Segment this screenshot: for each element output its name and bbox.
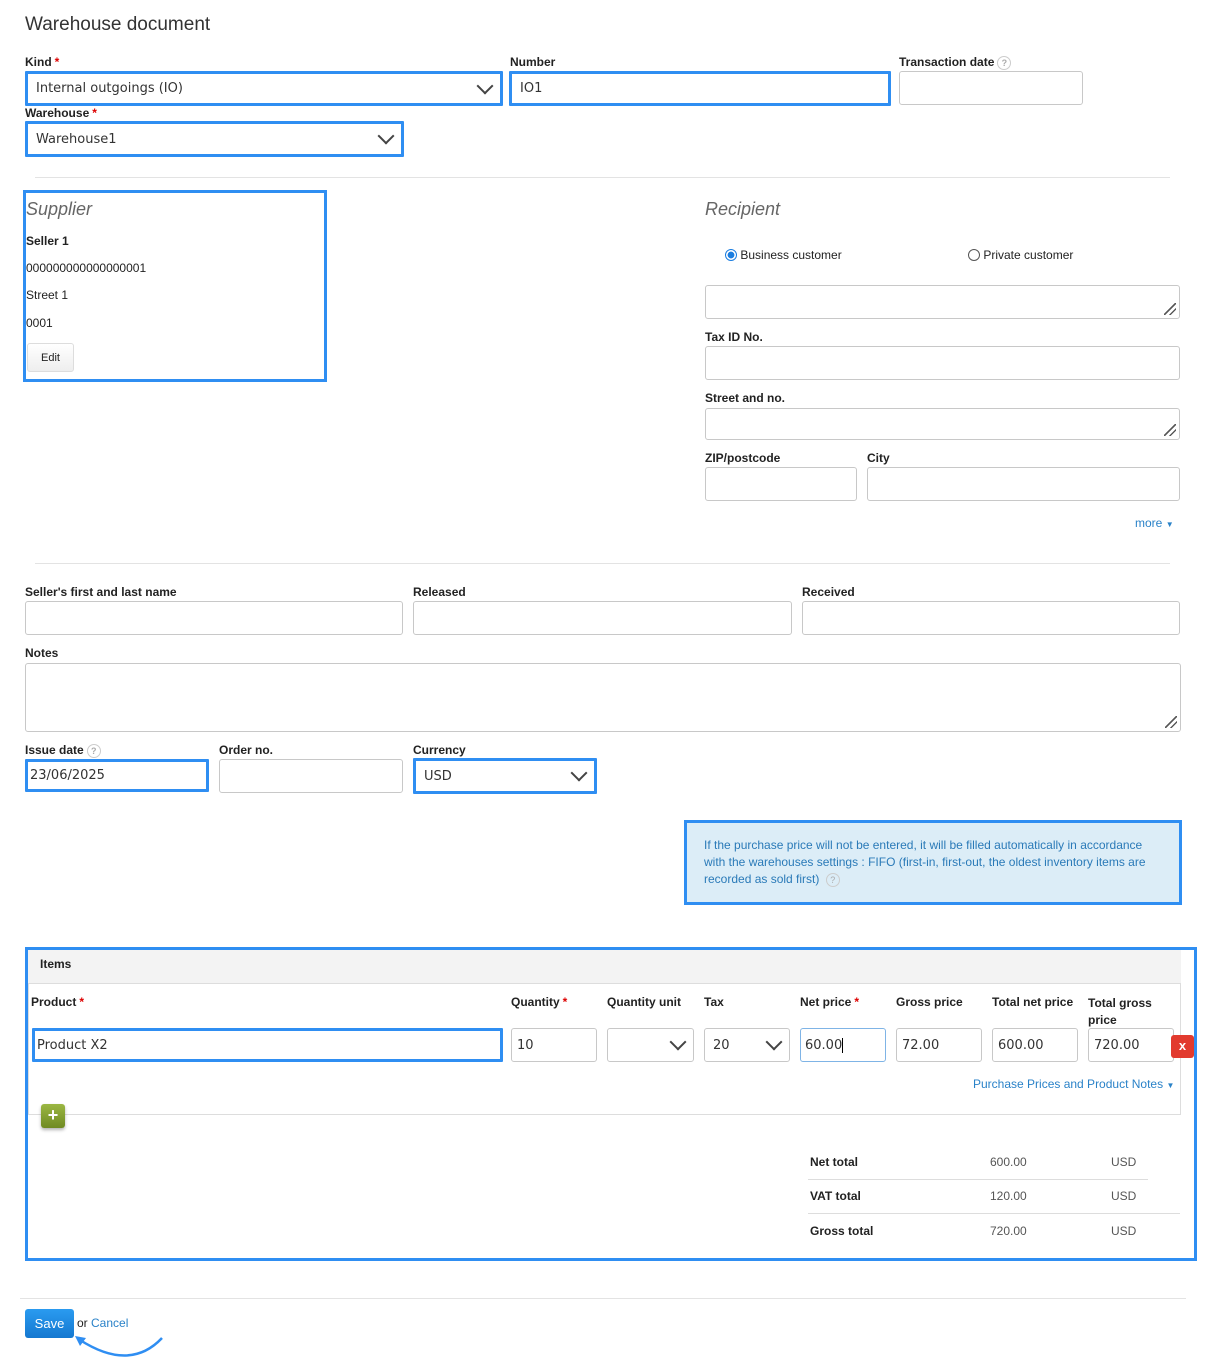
- currency-label: Currency: [413, 743, 466, 757]
- divider: [35, 177, 1170, 178]
- chevron-down-icon: [669, 1033, 687, 1051]
- tax-select[interactable]: 20: [704, 1028, 790, 1062]
- supplier-title: Supplier: [26, 199, 93, 219]
- col-tax: Tax: [704, 995, 724, 1009]
- plus-icon: +: [47, 1105, 59, 1125]
- received-input[interactable]: [802, 601, 1180, 635]
- resize-grip-icon[interactable]: [1164, 424, 1176, 436]
- notes-label: Notes: [25, 646, 59, 660]
- issue-date-input[interactable]: 23/06/2025: [25, 759, 209, 792]
- chevron-down-icon: [377, 127, 395, 145]
- arrow-annotation-icon: [75, 1336, 163, 1357]
- more-link[interactable]: more ▼: [1135, 516, 1174, 530]
- divider: [35, 563, 1170, 564]
- page-title: Warehouse document: [25, 14, 211, 35]
- radio-private-customer[interactable]: Private customer: [968, 248, 1073, 262]
- quantity-input[interactable]: 10: [511, 1028, 597, 1062]
- seller-name-label: Seller's first and last name: [25, 585, 177, 599]
- received-label: Received: [802, 585, 855, 599]
- total-currency: USD: [1111, 1189, 1137, 1203]
- street-input[interactable]: [705, 408, 1180, 440]
- order-no-label: Order no.: [219, 743, 274, 757]
- number-input[interactable]: IO1: [509, 71, 891, 106]
- gross-price-input[interactable]: 72.00: [896, 1028, 982, 1062]
- total-gross-input[interactable]: 720.00: [1088, 1028, 1174, 1062]
- total-value: 600.00: [990, 1155, 1027, 1169]
- edit-supplier-button[interactable]: Edit: [27, 343, 74, 372]
- help-icon[interactable]: ?: [86, 743, 101, 758]
- purchase-prices-link[interactable]: Purchase Prices and Product Notes ▼: [973, 1077, 1174, 1091]
- city-input[interactable]: [867, 467, 1180, 501]
- street-label: Street and no.: [705, 391, 786, 405]
- zip-input[interactable]: [705, 467, 857, 501]
- warehouse-label: Warehouse *: [25, 106, 97, 120]
- notes-textarea[interactable]: [25, 663, 1181, 732]
- transaction-date-label: Transaction date?: [899, 55, 1012, 70]
- total-label: VAT total: [810, 1189, 861, 1203]
- zip-label: ZIP/postcode: [705, 451, 781, 465]
- divider: [808, 1179, 1148, 1180]
- col-net-price: Net price *: [800, 995, 860, 1009]
- divider: [808, 1213, 1180, 1214]
- currency-select[interactable]: USD: [413, 758, 597, 794]
- total-label: Gross total: [810, 1224, 874, 1238]
- supplier-street: Street 1: [26, 288, 69, 302]
- tax-id-label: Tax ID No.: [705, 330, 763, 344]
- total-value: 720.00: [990, 1224, 1027, 1238]
- help-icon[interactable]: ?: [825, 872, 840, 887]
- chevron-down-icon: [765, 1033, 783, 1051]
- number-label: Number: [510, 55, 556, 69]
- help-icon[interactable]: ?: [997, 55, 1012, 70]
- total-currency: USD: [1111, 1224, 1137, 1238]
- cancel-link[interactable]: Cancel: [91, 1316, 128, 1330]
- product-input[interactable]: Product X2: [32, 1028, 503, 1062]
- supplier-zip: 0001: [26, 316, 53, 330]
- col-gross-price: Gross price: [896, 995, 963, 1009]
- seller-name-input[interactable]: [25, 601, 403, 635]
- chevron-down-icon: [476, 77, 494, 94]
- total-net-input[interactable]: 600.00: [992, 1028, 1078, 1062]
- supplier-tax-id: 000000000000000001: [26, 261, 147, 275]
- transaction-date-input[interactable]: [899, 71, 1083, 105]
- caret-down-icon: ▼: [1166, 1081, 1175, 1090]
- order-no-input[interactable]: [219, 759, 403, 793]
- items-header: [28, 950, 1181, 984]
- tax-id-input[interactable]: [705, 346, 1180, 380]
- recipient-name-input[interactable]: [705, 285, 1180, 319]
- kind-select[interactable]: Internal outgoings (IO): [25, 71, 503, 106]
- fifo-info-box: If the purchase price will not be entere…: [684, 820, 1182, 905]
- released-label: Released: [413, 585, 466, 599]
- col-quantity-unit: Quantity unit: [607, 995, 681, 1009]
- col-quantity: Quantity *: [511, 995, 568, 1009]
- radio-unchecked-icon: [968, 249, 980, 261]
- supplier-name: Seller 1: [26, 234, 69, 248]
- caret-down-icon: ▼: [1165, 520, 1174, 529]
- col-total-net: Total net price: [992, 995, 1074, 1009]
- radio-checked-icon: [725, 249, 737, 261]
- or-text: or: [77, 1316, 88, 1330]
- add-item-button[interactable]: +: [41, 1104, 65, 1128]
- col-product: Product *: [31, 995, 85, 1009]
- total-currency: USD: [1111, 1155, 1137, 1169]
- net-price-input[interactable]: 60.00: [800, 1028, 886, 1062]
- quantity-unit-select[interactable]: [607, 1028, 694, 1062]
- released-input[interactable]: [413, 601, 792, 635]
- recipient-title: Recipient: [705, 199, 781, 219]
- issue-date-label: Issue date?: [25, 743, 101, 758]
- delete-row-button[interactable]: x: [1171, 1035, 1194, 1058]
- chevron-down-icon: [570, 764, 588, 782]
- warehouse-select[interactable]: Warehouse1: [25, 121, 404, 157]
- items-title: Items: [40, 957, 72, 971]
- total-label: Net total: [810, 1155, 858, 1169]
- total-value: 120.00: [990, 1189, 1027, 1203]
- save-button[interactable]: Save: [25, 1309, 74, 1338]
- resize-grip-icon[interactable]: [1165, 716, 1177, 728]
- col-total-gross: Total gross price: [1088, 996, 1152, 1027]
- radio-business-customer[interactable]: Business customer: [725, 248, 842, 262]
- kind-label: Kind *: [25, 55, 60, 69]
- resize-grip-icon[interactable]: [1164, 303, 1176, 315]
- divider: [20, 1298, 1186, 1299]
- city-label: City: [867, 451, 890, 465]
